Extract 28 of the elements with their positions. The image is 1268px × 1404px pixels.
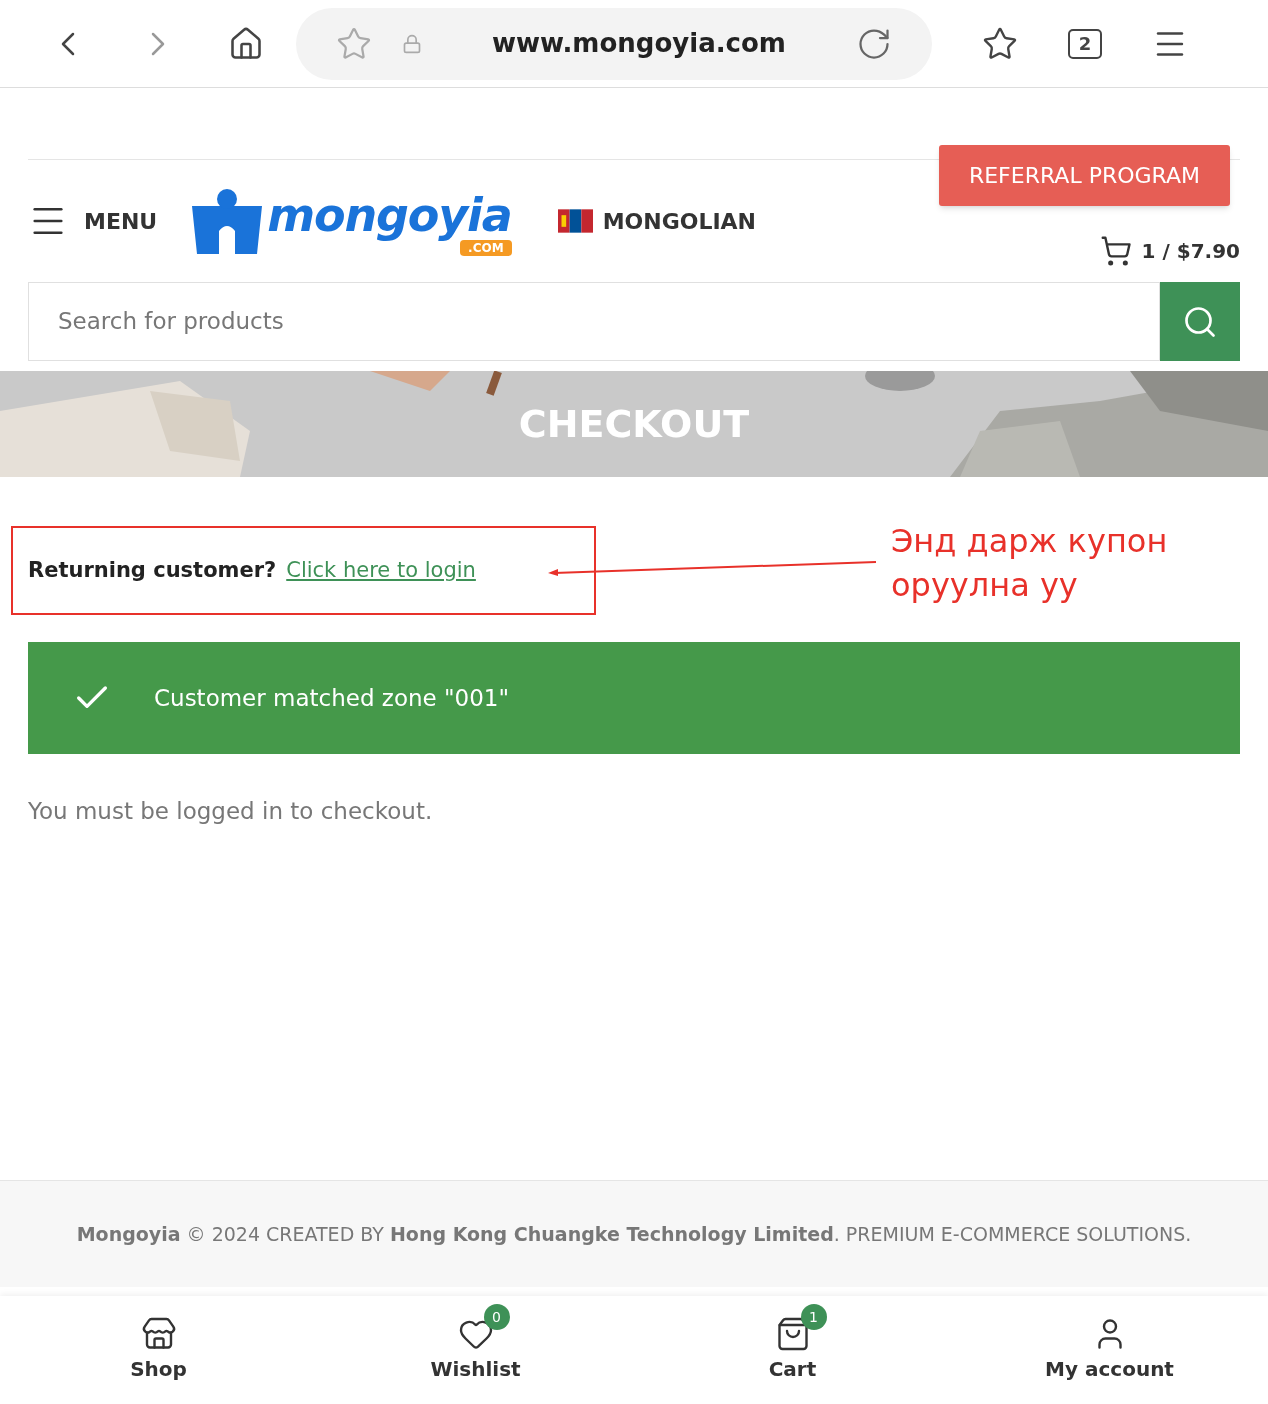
- footer-text: Mongoyia © 2024 CREATED BY Hong Kong Chuangke Technology Limited. PREMIUM E-COMMERCE SOLUTIONS.: [76, 1221, 1192, 1247]
- cart-total[interactable]: 1 / $7.90: [1141, 236, 1240, 266]
- url-text: www.mongoyia.com: [491, 27, 787, 60]
- store-icon: [140, 1316, 177, 1352]
- bottom-nav-item[interactable]: My account: [951, 1296, 1268, 1404]
- flag-icon: [557, 209, 593, 233]
- menu-button[interactable]: MENU: [28, 201, 158, 241]
- bottom-nav-item[interactable]: Shop: [0, 1296, 317, 1404]
- tabs-button[interactable]: 2: [1068, 28, 1102, 59]
- login-required-text: You must be logged in to checkout.: [28, 797, 434, 826]
- search-field[interactable]: Search for products: [28, 282, 1160, 361]
- address-bar[interactable]: www.mongoyia.com: [296, 7, 932, 80]
- cart-icon[interactable]: [1099, 235, 1132, 267]
- annotation-text: Энд дарж купон оруулна уу: [891, 521, 1169, 606]
- favorites-icon[interactable]: [982, 25, 1018, 62]
- home-icon[interactable]: [228, 25, 264, 62]
- success-text: Customer matched zone "001": [154, 683, 510, 713]
- login-link[interactable]: Click here to login: [286, 555, 476, 587]
- bottom-nav-item[interactable]: 0 Wishlist: [317, 1296, 634, 1404]
- count-badge: 0: [483, 1304, 510, 1330]
- star-icon[interactable]: [336, 25, 372, 62]
- returning-customer-text: Returning customer?: [28, 557, 277, 584]
- logo-suffix: .COM: [460, 240, 512, 256]
- bottom-nav-item[interactable]: 1 Cart: [634, 1296, 951, 1404]
- count-badge: 1: [800, 1304, 827, 1330]
- language-selector[interactable]: MONGOLIAN: [602, 204, 757, 238]
- lock-icon: [402, 33, 422, 54]
- search-button[interactable]: [1160, 282, 1240, 361]
